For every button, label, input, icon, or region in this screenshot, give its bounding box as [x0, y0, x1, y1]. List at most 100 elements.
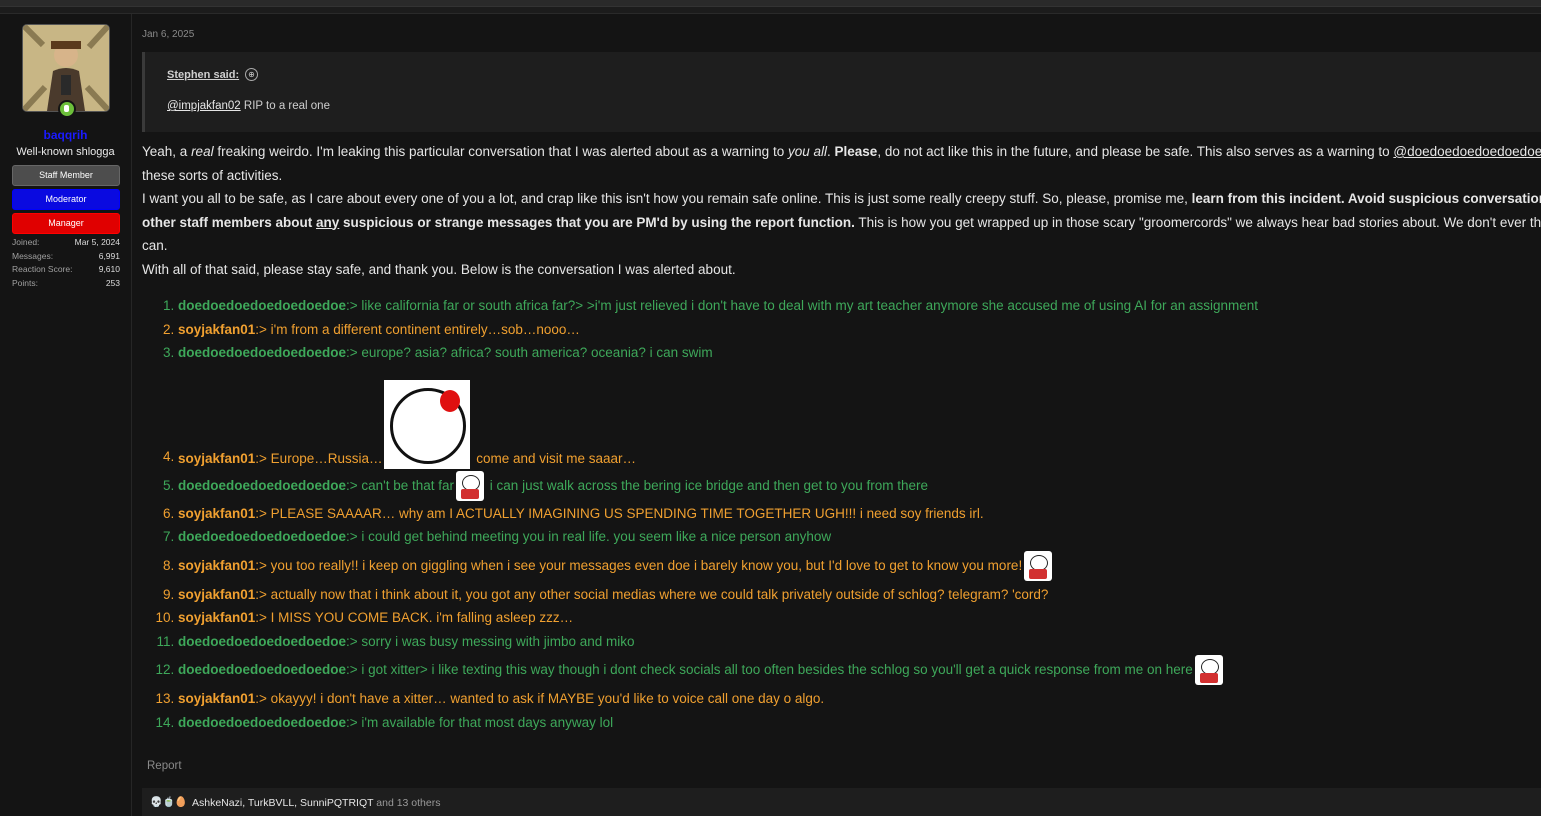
- message-text: :> can't be that far: [346, 477, 455, 493]
- text: I want you all to be safe, as I care abo…: [142, 191, 1192, 206]
- speaker-name: soyjakfan01: [178, 557, 256, 573]
- soyjak-sticker-icon: [456, 470, 485, 501]
- user-panel: baqqrih Well-known shlogga Staff Member …: [0, 14, 132, 816]
- list-item: soyjakfan01:> Europe…Russia… come and vi…: [178, 365, 1258, 469]
- speaker-name: soyjakfan01: [178, 610, 256, 625]
- stat-value[interactable]: 253: [106, 278, 120, 288]
- reaction-user-link[interactable]: TurkBVLL: [248, 797, 294, 809]
- speaker-name: soyjakfan01: [178, 586, 256, 602]
- quote-text: RIP to a real one: [240, 100, 330, 112]
- paragraph-3: With all of that said, please stay safe,…: [142, 261, 736, 277]
- list-item: doedoedoedoedoedoedoe:> i'm available fo…: [178, 711, 1258, 735]
- username-link[interactable]: baqqrih: [0, 128, 131, 142]
- stat-value[interactable]: 6,991: [99, 251, 120, 261]
- soyjak-face-image[interactable]: [384, 379, 471, 469]
- stat-value: 9,610: [98, 264, 120, 274]
- message-text: :> you too really!! i keep on giggling w…: [255, 557, 1023, 573]
- quote-author[interactable]: Stephen said:: [167, 69, 239, 81]
- text: Yeah, a: [142, 144, 192, 159]
- speaker-name: doedoedoedoedoedoedoe: [178, 529, 347, 544]
- speaker-name: doedoedoedoedoedoedoe: [178, 298, 347, 313]
- quote-block: Stephen said: ⊕ @impjakfan02 RIP to a re…: [142, 52, 1541, 132]
- list-item: soyjakfan01:> i'm from a different conti…: [178, 318, 1258, 342]
- avatar[interactable]: [22, 24, 110, 112]
- reaction-icons[interactable]: 💀🍵🥚: [150, 797, 187, 808]
- speaker-name: soyjakfan01: [178, 450, 256, 466]
- speaker-name: soyjakfan01: [178, 505, 256, 521]
- text: .: [827, 144, 835, 159]
- list-item: soyjakfan01:> you too really!! i keep on…: [178, 549, 1258, 583]
- mention-link[interactable]: @doedoedoedoedoedoedoedoe: [1393, 144, 1541, 159]
- stat-label: Joined:: [12, 237, 40, 247]
- list-item: doedoedoedoedoedoedoe:> i got xitter> i …: [178, 653, 1258, 687]
- conversation-list: doedoedoedoedoedoedoe:> like california …: [142, 294, 1258, 734]
- list-item: doedoedoedoedoedoedoe:> sorry i was busy…: [178, 630, 1258, 654]
- paragraph-1-line2: these sorts of activities.: [142, 167, 283, 183]
- reaction-user-link[interactable]: AshkeNazi: [192, 797, 242, 809]
- stat-value: Mar 5, 2024: [74, 237, 120, 247]
- stat-label: Points:: [12, 278, 38, 288]
- post-date[interactable]: Jan 6, 2025: [142, 29, 194, 40]
- text-italic: real: [191, 144, 214, 159]
- message-text: :> i could get behind meeting you in rea…: [346, 529, 832, 544]
- soyjak-sticker-icon: [1024, 550, 1053, 581]
- text-bold: learn from this incident. Avoid suspicio…: [1191, 191, 1541, 206]
- stat-label: Reaction Score:: [12, 264, 73, 274]
- list-item: doedoedoedoedoedoedoe:> i could get behi…: [178, 525, 1258, 549]
- message-text: :> actually now that i think about it, y…: [255, 586, 1049, 602]
- reaction-users: AshkeNazi, TurkBVLL, SunniPQTRIQT and 13…: [192, 797, 441, 809]
- speaker-name: doedoedoedoedoedoedoe: [178, 477, 347, 493]
- speaker-name: soyjakfan01: [178, 321, 256, 337]
- moderator-banner: Moderator: [12, 189, 120, 210]
- text-bold-underline: any: [316, 214, 340, 230]
- text-italic: you all: [787, 144, 827, 159]
- message-text: :> sorry i was busy messing with jimbo a…: [346, 633, 635, 649]
- mention-link[interactable]: @impjakfan02: [167, 100, 241, 112]
- reactions-bar: 💀🍵🥚 AshkeNazi, TurkBVLL, SunniPQTRIQT an…: [142, 788, 1541, 816]
- message-text: i can just walk across the bering ice br…: [486, 477, 929, 493]
- list-item: doedoedoedoedoedoedoe:> europe? asia? af…: [178, 341, 1258, 365]
- online-status-icon: [58, 100, 76, 118]
- list-item: soyjakfan01:> okayyy! i don't have a xit…: [178, 687, 1258, 711]
- message-text: :> i'm from a different continent entire…: [255, 321, 580, 337]
- post-body: Yeah, a real freaking weirdo. I'm leakin…: [142, 140, 1541, 281]
- message-text: :> europe? asia? africa? south america? …: [346, 345, 713, 360]
- text: , do not act like this in the future, an…: [877, 144, 1394, 159]
- list-item: soyjakfan01:> I MISS YOU COME BACK. i'm …: [178, 606, 1258, 630]
- reaction-others-link[interactable]: and 13 others: [373, 797, 440, 809]
- top-bar: [0, 0, 1541, 7]
- speaker-name: doedoedoedoedoedoedoe: [178, 662, 347, 677]
- message-text: :> PLEASE SAAAAR… why am I ACTUALLY IMAG…: [255, 505, 984, 521]
- speaker-name: doedoedoedoedoedoedoe: [178, 345, 347, 360]
- paragraph-2-line2: other staff members about any suspicious…: [142, 211, 1541, 235]
- manager-banner: Manager: [12, 213, 120, 234]
- paragraph-2: I want you all to be safe, as I care abo…: [142, 187, 1541, 211]
- message-text: :> like california far or south africa f…: [346, 298, 1259, 313]
- text: This is how you get wrapped up in those …: [854, 214, 1541, 230]
- speaker-name: soyjakfan01: [178, 691, 256, 706]
- list-item: soyjakfan01:> actually now that i think …: [178, 583, 1258, 607]
- staff-member-banner: Staff Member: [12, 165, 120, 186]
- reaction-user-link[interactable]: SunniPQTRIQT: [300, 797, 373, 809]
- list-item: soyjakfan01:> PLEASE SAAAAR… why am I AC…: [178, 502, 1258, 526]
- report-link[interactable]: Report: [147, 760, 182, 772]
- user-title: Well-known shlogga: [16, 146, 115, 158]
- message-text: :> i got xitter> i like texting this way…: [346, 662, 1193, 677]
- quote-body: @impjakfan02 RIP to a real one: [167, 100, 330, 112]
- paragraph-2-line3: can.: [142, 238, 168, 253]
- quote-jump-icon[interactable]: ⊕: [245, 68, 258, 81]
- speaker-name: doedoedoedoedoedoedoe: [178, 714, 347, 730]
- text-bold: other staff members about: [142, 214, 317, 230]
- message-post: baqqrih Well-known shlogga Staff Member …: [0, 13, 1541, 816]
- message-text: :> okayyy! i don't have a xitter… wanted…: [255, 691, 825, 706]
- message-text: come and visit me saaar…: [472, 450, 637, 466]
- avatar-image: [23, 25, 109, 111]
- list-item: doedoedoedoedoedoedoe:> like california …: [178, 294, 1258, 318]
- message-text: :> Europe…Russia…: [255, 450, 383, 466]
- message-text: :> I MISS YOU COME BACK. i'm falling asl…: [255, 610, 574, 625]
- soyjak-sticker-icon: [1194, 655, 1223, 686]
- paragraph-1: Yeah, a real freaking weirdo. I'm leakin…: [142, 140, 1541, 164]
- stat-label: Messages:: [12, 251, 54, 261]
- list-item: doedoedoedoedoedoedoe:> can't be that fa…: [178, 469, 1258, 502]
- message-text: :> i'm available for that most days anyw…: [346, 714, 614, 730]
